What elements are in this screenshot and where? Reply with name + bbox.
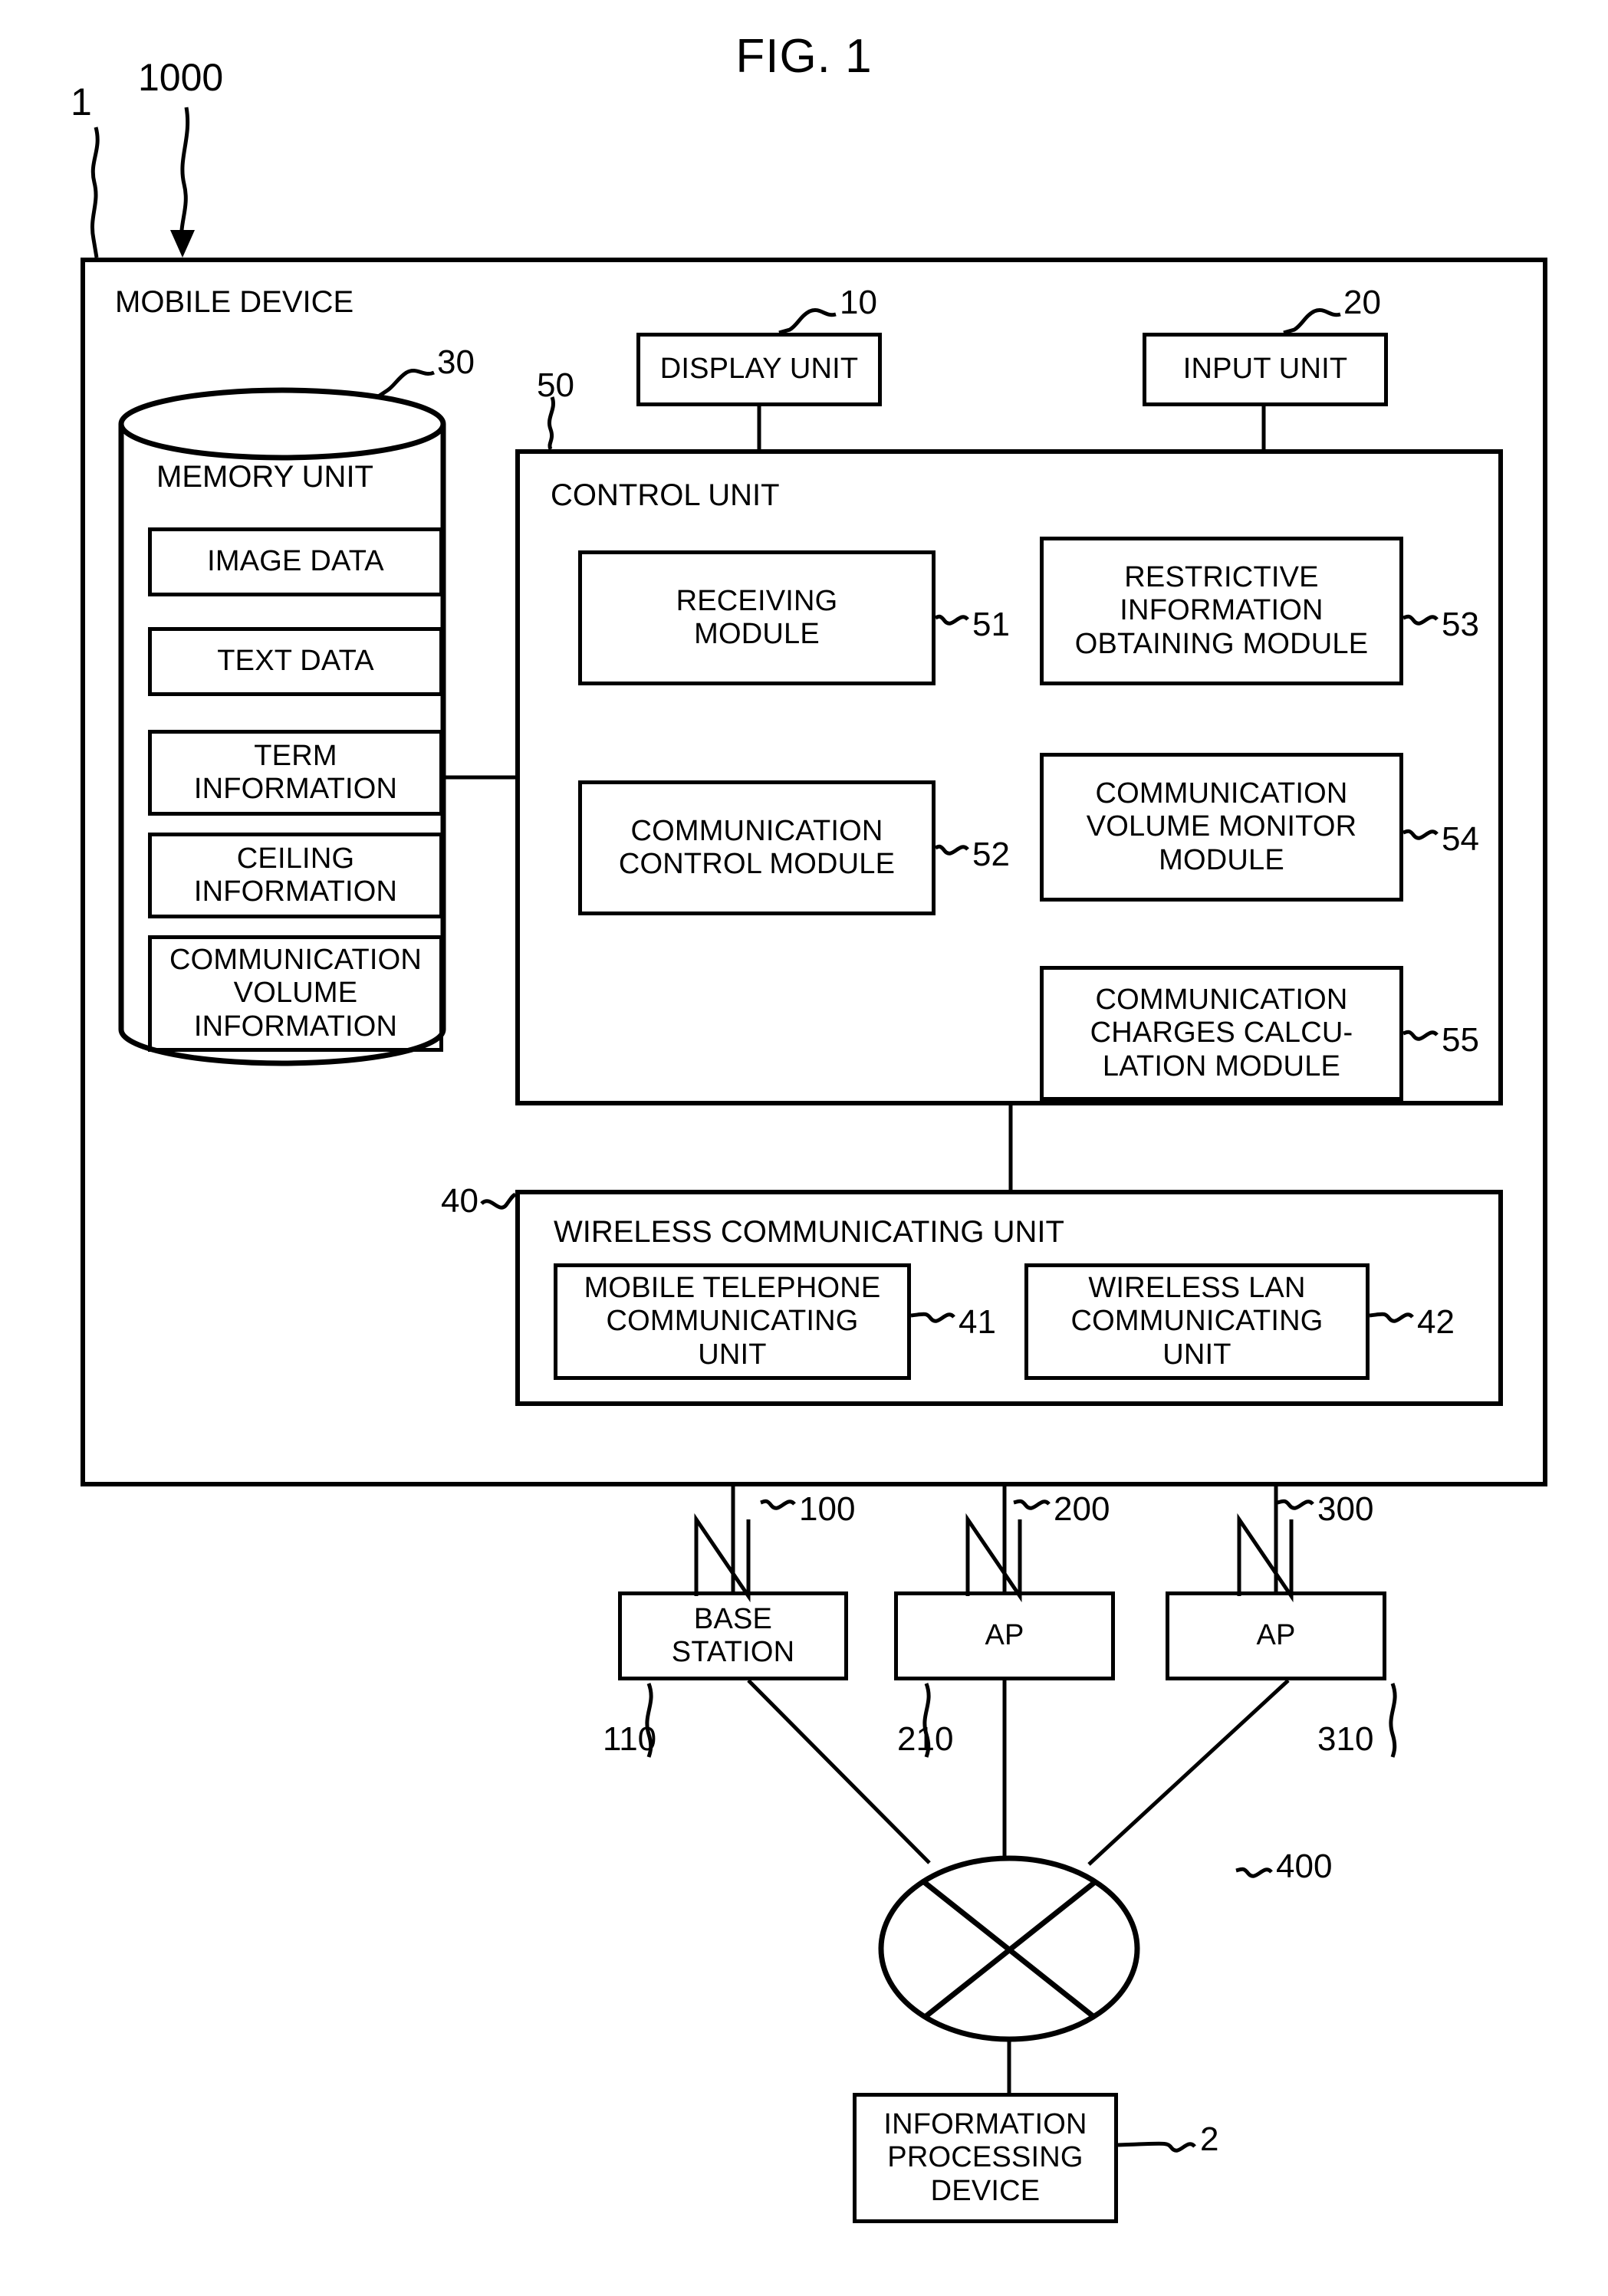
access-point-2-box[interactable]: AP (1166, 1591, 1386, 1680)
memory-item-image-data[interactable]: IMAGE DATA (148, 527, 443, 596)
memory-item-label: IMAGE DATA (207, 545, 384, 578)
base-station-ref-110: 110 (603, 1720, 657, 1758)
memory-unit-ref: 30 (437, 343, 475, 381)
base-station-label: BASE STATION (671, 1602, 795, 1668)
antenna-symbol-300 (1237, 1513, 1294, 1603)
module-label: COMMUNICATION CHARGES CALCU- LATION MODULE (1090, 984, 1353, 1082)
input-unit-ref: 20 (1343, 284, 1381, 321)
module-receiving[interactable]: RECEIVING MODULE (578, 550, 936, 685)
link-ref-100: 100 (799, 1490, 856, 1528)
information-processing-device-ref-2: 2 (1200, 2120, 1219, 2158)
control-unit-ref: 50 (537, 366, 574, 404)
module-ref-51: 51 (972, 606, 1010, 643)
module-ref-53: 53 (1442, 606, 1479, 643)
control-unit-label: CONTROL UNIT (551, 478, 780, 512)
information-processing-device-label: INFORMATION PROCESSING DEVICE (883, 2108, 1087, 2207)
memory-item-label: TERM INFORMATION (193, 739, 398, 805)
arrowhead-1000 (170, 230, 195, 258)
module-mobile-telephone-communicating-unit[interactable]: MOBILE TELEPHONE COMMUNICATING UNIT (554, 1263, 911, 1380)
memory-item-label: TEXT DATA (217, 645, 374, 678)
memory-item-label: COMMUNICATION VOLUME INFORMATION (169, 944, 423, 1043)
module-label: RESTRICTIVE INFORMATION OBTAINING MODULE (1074, 561, 1369, 660)
memory-item-text-data[interactable]: TEXT DATA (148, 627, 443, 696)
memory-item-communication-volume-information[interactable]: COMMUNICATION VOLUME INFORMATION (148, 935, 443, 1052)
display-unit-label: DISPLAY UNIT (659, 353, 859, 386)
memory-item-ceiling-information[interactable]: CEILING INFORMATION (148, 833, 443, 918)
memory-unit-label: MEMORY UNIT (156, 460, 373, 494)
network-ref-400: 400 (1276, 1848, 1333, 1885)
module-wireless-lan-communicating-unit[interactable]: WIRELESS LAN COMMUNICATING UNIT (1024, 1263, 1370, 1380)
module-ref-54: 54 (1442, 820, 1479, 858)
figure-title: FIG. 1 (735, 30, 873, 83)
module-label: RECEIVING MODULE (676, 584, 838, 650)
connector-base-station-to-network (747, 1679, 931, 1864)
module-ref-55: 55 (1442, 1021, 1479, 1059)
module-label: COMMUNICATION VOLUME MONITOR MODULE (1086, 777, 1357, 876)
access-point-label: AP (985, 1619, 1024, 1652)
access-point-2-ref-310: 310 (1317, 1720, 1374, 1758)
module-restrictive-information-obtaining[interactable]: RESTRICTIVE INFORMATION OBTAINING MODULE (1040, 537, 1403, 685)
display-unit-box[interactable]: DISPLAY UNIT (636, 333, 882, 406)
system-ref-1000: 1000 (138, 56, 224, 99)
leader-100 (760, 1499, 796, 1510)
leader-2 (1117, 2141, 1196, 2153)
device-ref-1: 1 (71, 80, 92, 123)
input-unit-label: INPUT UNIT (1182, 353, 1348, 386)
memory-item-term-information[interactable]: TERM INFORMATION (148, 730, 443, 816)
leader-400 (1235, 1867, 1273, 1878)
mobile-device-label: MOBILE DEVICE (115, 285, 354, 319)
leader-310 (1389, 1683, 1397, 1758)
link-ref-300: 300 (1317, 1490, 1374, 1528)
information-processing-device-box[interactable]: INFORMATION PROCESSING DEVICE (853, 2093, 1118, 2223)
module-communication-volume-monitor[interactable]: COMMUNICATION VOLUME MONITOR MODULE (1040, 753, 1403, 902)
module-label: WIRELESS LAN COMMUNICATING UNIT (1070, 1272, 1324, 1371)
leader-1 (90, 126, 100, 258)
module-communication-charges-calculation[interactable]: COMMUNICATION CHARGES CALCU- LATION MODULE (1040, 966, 1403, 1101)
memory-item-label: CEILING INFORMATION (193, 842, 398, 908)
leader-200 (1013, 1499, 1051, 1510)
leader-300 (1277, 1499, 1314, 1510)
link-ref-200: 200 (1054, 1490, 1110, 1528)
access-point-label: AP (1256, 1619, 1296, 1652)
module-ref-42: 42 (1417, 1303, 1455, 1341)
module-ref-41: 41 (959, 1303, 996, 1341)
access-point-1-box[interactable]: AP (894, 1591, 1115, 1680)
module-label: MOBILE TELEPHONE COMMUNICATING UNIT (584, 1272, 881, 1371)
module-label: COMMUNICATION CONTROL MODULE (618, 814, 896, 880)
wireless-communicating-unit-label: WIRELESS COMMUNICATING UNIT (554, 1215, 1064, 1249)
display-unit-ref: 10 (840, 284, 877, 321)
access-point-1-ref-210: 210 (897, 1720, 954, 1758)
base-station-box[interactable]: BASE STATION (618, 1591, 848, 1680)
input-unit-box[interactable]: INPUT UNIT (1143, 333, 1388, 406)
wireless-unit-ref: 40 (441, 1182, 478, 1220)
antenna-symbol-200 (965, 1513, 1022, 1603)
network-cloud-icon (878, 1855, 1140, 2042)
module-communication-control[interactable]: COMMUNICATION CONTROL MODULE (578, 780, 936, 915)
module-ref-52: 52 (972, 836, 1010, 873)
connector-ap2-to-network (1087, 1679, 1290, 1866)
antenna-symbol-100 (694, 1513, 751, 1603)
patent-figure-page: FIG. 1 1000 1 MOBILE DEVICE DISPLAY UNIT… (0, 0, 1608, 2296)
leader-1000 (179, 107, 190, 248)
